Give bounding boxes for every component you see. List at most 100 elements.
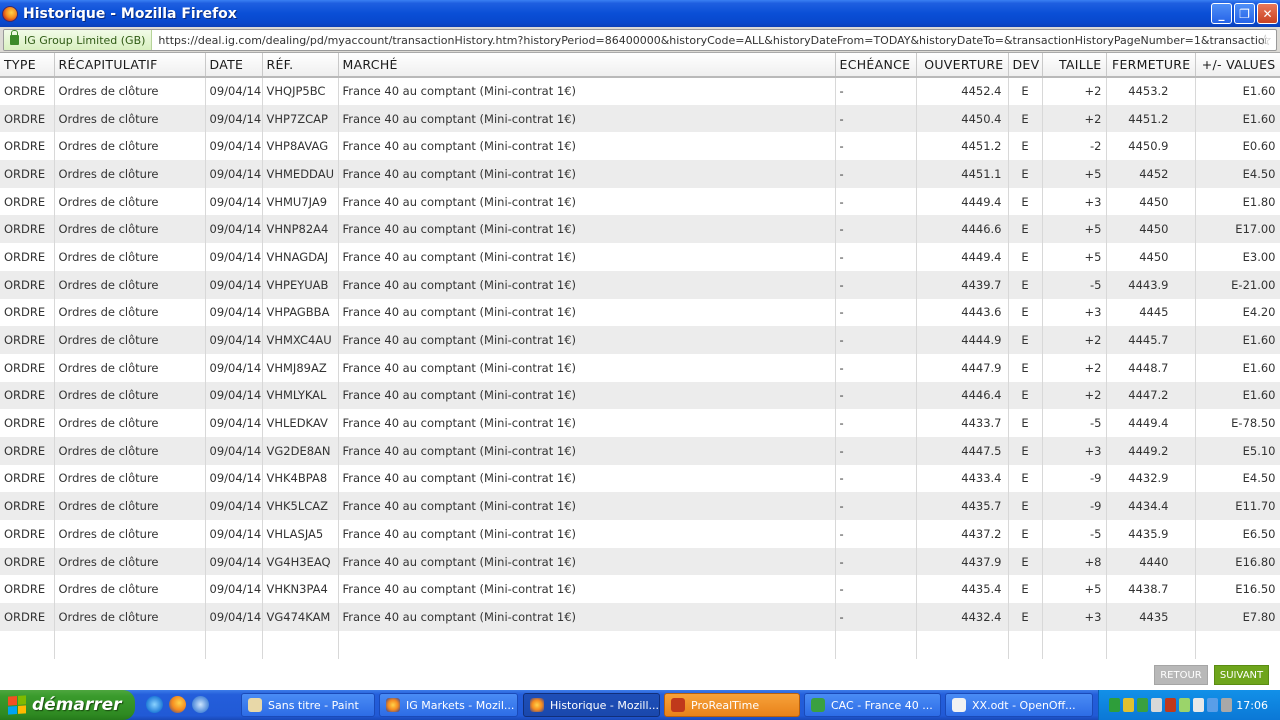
task-label: IG Markets - Mozil... (406, 698, 515, 712)
cell-date: 09/04/14 (205, 270, 263, 299)
table-row[interactable]: ORDRE Ordres de clôture 09/04/14 VHK5LCAZ Fr… (0, 492, 1280, 520)
cell-marche: France 40 au comptant (Mini-contrat 1€) (338, 215, 836, 244)
cell-type: ORDRE (0, 132, 55, 161)
table-row[interactable]: ORDRE Ordres de clôture 09/04/14 VHP8AVAG Fr… (0, 132, 1280, 161)
cell-ouverture: 4446.6 (916, 215, 1009, 244)
cell-ref: VHNAGDAJ (262, 243, 339, 271)
cell-taille: +5 (1042, 243, 1107, 271)
column-header-date[interactable]: DATE (205, 53, 263, 78)
volume-icon[interactable] (1151, 698, 1162, 712)
table-row[interactable]: ORDRE Ordres de clôture 09/04/14 VHMLYKAL Fr… (0, 381, 1280, 410)
cell-ref: VHMLYKAL (262, 381, 339, 410)
url-field[interactable]: IG Group Limited (GB) https://deal.ig.co… (3, 29, 1277, 51)
table-row[interactable]: ORDRE Ordres de clôture 09/04/14 VHQJP5BC Fr… (0, 77, 1280, 105)
table-row[interactable]: ORDRE Ordres de clôture 09/04/14 VG4H3EAQ Fr… (0, 547, 1280, 576)
empty-cell (916, 630, 1009, 659)
cell-type: ORDRE (0, 409, 55, 437)
minimize-button[interactable]: _ (1211, 3, 1232, 24)
task-paint[interactable]: Sans titre - Paint (241, 693, 375, 717)
table-row[interactable]: ORDRE Ordres de clôture 09/04/14 VHK4BPA8 Fr… (0, 464, 1280, 493)
task-prorealtime[interactable]: ProRealTime (664, 693, 800, 717)
task-historique[interactable]: Historique - Mozill... (523, 693, 660, 717)
cell-date: 09/04/14 (205, 187, 263, 216)
bookmark-star-icon[interactable]: ☆ (1259, 31, 1272, 49)
tray-app-icon[interactable] (1179, 698, 1190, 712)
tray-app-icon[interactable] (1221, 698, 1232, 712)
table-row[interactable]: ORDRE Ordres de clôture 09/04/14 VHMEDDAU Fr… (0, 160, 1280, 188)
cell-values: E4.50 (1195, 160, 1280, 188)
tray-app-icon[interactable] (1207, 698, 1218, 712)
cell-ouverture: 4451.1 (916, 160, 1009, 188)
table-row[interactable]: ORDRE Ordres de clôture 09/04/14 VHNP82A4 Fr… (0, 215, 1280, 244)
tray-app-icon[interactable] (1165, 698, 1176, 712)
transaction-table: TYPE RÉCAPITULATIF DATE RÉF. MARCHÉ ECHÉ… (0, 53, 1280, 659)
table-row[interactable]: ORDRE Ordres de clôture 09/04/14 VG474KAM Fr… (0, 603, 1280, 631)
table-row[interactable]: ORDRE Ordres de clôture 09/04/14 VHLEDKAV Fr… (0, 409, 1280, 437)
column-header-recap[interactable]: RÉCAPITULATIF (54, 53, 206, 78)
close-button[interactable]: ✕ (1257, 3, 1278, 24)
cell-fermeture: 4445.7 (1106, 326, 1196, 354)
table-row[interactable]: ORDRE Ordres de clôture 09/04/14 VHPAGBBA Fr… (0, 298, 1280, 327)
table-row[interactable]: ORDRE Ordres de clôture 09/04/14 VHP7ZCAP Fr… (0, 104, 1280, 133)
cell-type: ORDRE (0, 215, 55, 244)
cell-type: ORDRE (0, 243, 55, 271)
table-row[interactable]: ORDRE Ordres de clôture 09/04/14 VHMXC4AU Fr… (0, 326, 1280, 354)
table-row[interactable]: ORDRE Ordres de clôture 09/04/14 VHPEYUAB Fr… (0, 270, 1280, 299)
network-icon[interactable] (1109, 698, 1120, 712)
cell-ouverture: 4437.2 (916, 520, 1009, 548)
cell-taille: -5 (1042, 270, 1107, 299)
table-row[interactable]: ORDRE Ordres de clôture 09/04/14 VHKN3PA4 Fr… (0, 575, 1280, 604)
tray-app-icon[interactable] (1137, 698, 1148, 712)
cell-recap: Ordres de clôture (54, 353, 206, 382)
column-header-taille[interactable]: TAILLE (1042, 53, 1107, 78)
site-identity-button[interactable]: IG Group Limited (GB) (4, 30, 153, 50)
table-row[interactable]: ORDRE Ordres de clôture 09/04/14 VG2DE8AN Fr… (0, 436, 1280, 465)
task-openoffice[interactable]: XX.odt - OpenOff... (945, 693, 1093, 717)
cell-fermeture: 4438.7 (1106, 575, 1196, 604)
thunderbird-icon[interactable] (192, 696, 209, 713)
cell-ref: VG4H3EAQ (262, 547, 339, 576)
table-row[interactable]: ORDRE Ordres de clôture 09/04/14 VHMU7JA9 Fr… (0, 187, 1280, 216)
retour-button[interactable]: RETOUR (1154, 665, 1208, 685)
lock-icon (10, 30, 19, 45)
tray-app-icon[interactable] (1193, 698, 1204, 712)
clock[interactable]: 17:06 (1236, 699, 1268, 712)
table-row[interactable]: ORDRE Ordres de clôture 09/04/14 VHLASJA5 Fr… (0, 520, 1280, 548)
cell-taille: +5 (1042, 575, 1107, 604)
cell-ouverture: 4437.9 (916, 547, 1009, 576)
internet-explorer-icon[interactable] (146, 696, 163, 713)
cell-date: 09/04/14 (205, 132, 263, 161)
maximize-button[interactable]: ❐ (1234, 3, 1255, 24)
cell-date: 09/04/14 (205, 520, 263, 548)
suivant-button[interactable]: SUIVANT (1214, 665, 1269, 685)
column-header-ref[interactable]: RÉF. (262, 53, 339, 78)
column-header-type[interactable]: TYPE (0, 53, 55, 78)
url-text[interactable]: https://deal.ig.com/dealing/pd/myaccount… (158, 34, 1266, 47)
tray-app-icon[interactable] (1123, 698, 1134, 712)
firefox-icon[interactable] (169, 696, 186, 713)
cell-taille: +2 (1042, 77, 1107, 105)
cell-type: ORDRE (0, 104, 55, 133)
pagination-area: RETOUR SUIVANT (0, 660, 1280, 690)
task-cac[interactable]: CAC - France 40 ... (804, 693, 941, 717)
cell-values: E4.50 (1195, 464, 1280, 493)
column-header-ouverture[interactable]: OUVERTURE (916, 53, 1009, 78)
empty-cell (835, 630, 917, 659)
column-header-fermeture[interactable]: FERMETURE (1106, 53, 1196, 78)
column-header-dev[interactable]: DEV (1008, 53, 1043, 78)
table-row[interactable]: ORDRE Ordres de clôture 09/04/14 VHNAGDAJ Fr… (0, 243, 1280, 271)
task-ig-markets[interactable]: IG Markets - Mozil... (379, 693, 518, 717)
cell-dev: E (1008, 547, 1043, 576)
cell-taille: -9 (1042, 492, 1107, 520)
writer-icon (952, 698, 966, 712)
windows-logo-icon (8, 695, 26, 715)
cell-ref: VHQJP5BC (262, 77, 339, 105)
column-header-values[interactable]: +/- VALUES (1195, 53, 1280, 78)
cell-type: ORDRE (0, 547, 55, 576)
cell-type: ORDRE (0, 436, 55, 465)
start-button[interactable]: démarrer (0, 690, 135, 720)
column-header-echeance[interactable]: ECHÉANCE (835, 53, 917, 78)
cell-values: E4.20 (1195, 298, 1280, 327)
column-header-marche[interactable]: MARCHÉ (338, 53, 836, 78)
table-row[interactable]: ORDRE Ordres de clôture 09/04/14 VHMJ89AZ Fr… (0, 353, 1280, 382)
